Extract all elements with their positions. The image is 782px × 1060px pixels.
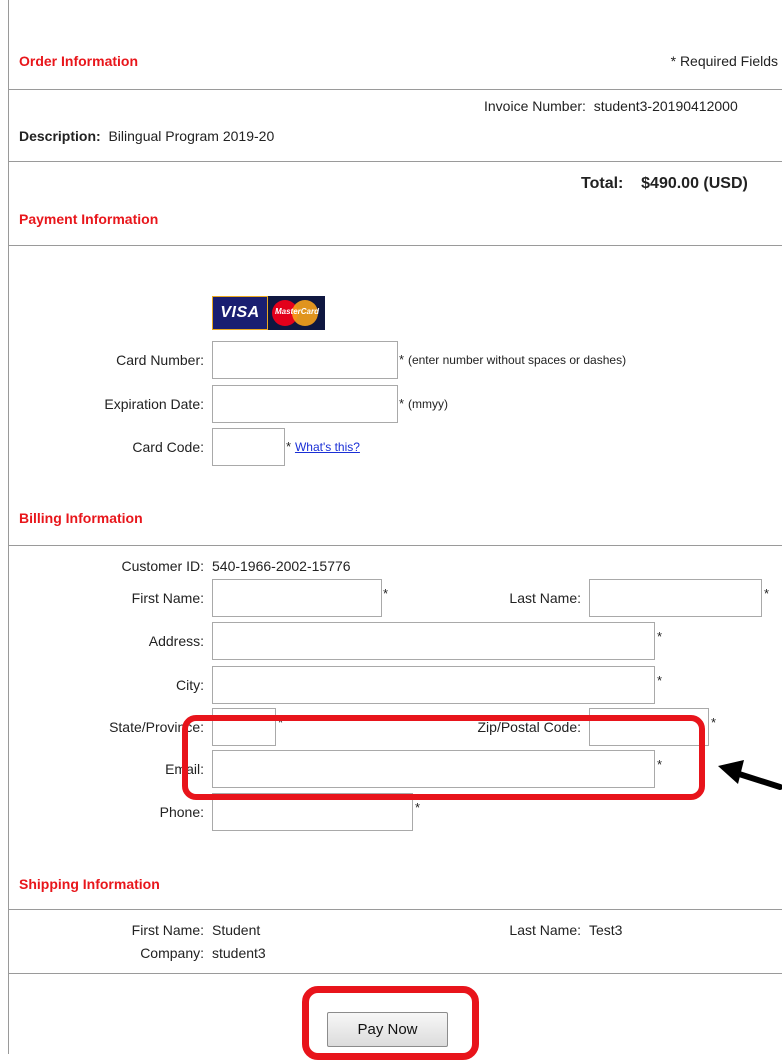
order-section-title: Order Information (19, 53, 139, 69)
whats-this-link[interactable]: What's this? (295, 440, 360, 454)
card-number-hint: (enter number without spaces or dashes) (407, 353, 627, 367)
order-total: Total: $490.00 (USD) (581, 175, 748, 193)
required-marker: * (286, 439, 292, 454)
billing-first-name-label: First Name: (131, 590, 204, 606)
description: Description: Bilingual Program 2019-20 (19, 128, 274, 144)
billing-last-name-label: Last Name: (509, 590, 581, 606)
divider (9, 89, 782, 90)
city-label: City: (176, 677, 204, 693)
description-value: Bilingual Program 2019-20 (108, 128, 275, 144)
shipping-last-name-value: Test3 (589, 922, 623, 938)
description-label: Description: (19, 128, 101, 144)
phone-label: Phone: (159, 804, 204, 820)
required-marker: * (399, 396, 405, 411)
required-marker: * (399, 352, 405, 367)
shipping-company-value: student3 (212, 945, 266, 961)
customer-id-label: Customer ID: (121, 558, 204, 574)
card-code-required: * What's this? (286, 438, 360, 454)
expiration-date-input[interactable] (212, 385, 398, 423)
required-marker: * (383, 586, 389, 601)
customer-id-value: 540-1966-2002-15776 (212, 558, 351, 574)
arrow-icon (718, 760, 782, 790)
shipping-first-name-value: Student (212, 922, 261, 938)
total-label: Total: (581, 175, 624, 192)
invoice-number: Invoice Number: student3-20190412000 (484, 98, 738, 114)
expiration-required: * (mmyy) (399, 395, 448, 411)
mastercard-logo: MasterCard (268, 296, 325, 330)
card-number-label: Card Number: (116, 352, 204, 368)
divider (9, 545, 782, 546)
page-left-border (8, 0, 9, 1054)
required-marker: * (657, 673, 663, 688)
divider (9, 245, 782, 246)
required-fields-note: * Required Fields (670, 53, 778, 69)
payment-section-title: Payment Information (19, 211, 159, 227)
shipping-first-name-label: First Name: (131, 922, 204, 938)
address-input[interactable] (212, 622, 655, 660)
visa-logo: VISA (212, 296, 268, 330)
shipping-section-title: Shipping Information (19, 876, 160, 892)
divider (9, 161, 782, 162)
pay-now-button[interactable]: Pay Now (327, 1012, 448, 1047)
invoice-label: Invoice Number: (484, 98, 586, 114)
divider (9, 909, 782, 910)
required-marker: * (415, 800, 421, 815)
total-value: $490.00 (USD) (641, 175, 748, 192)
card-number-input[interactable] (212, 341, 398, 379)
expiration-date-label: Expiration Date: (104, 396, 204, 412)
divider (9, 973, 782, 974)
card-code-label: Card Code: (132, 439, 204, 455)
email-highlight-callout (182, 715, 705, 800)
required-marker: * (657, 629, 663, 644)
required-marker: * (711, 715, 717, 730)
billing-last-name-input[interactable] (589, 579, 762, 617)
card-number-required: * (enter number without spaces or dashes… (399, 351, 626, 367)
expiration-hint: (mmyy) (407, 397, 448, 411)
shipping-company-label: Company: (140, 945, 204, 961)
required-marker: * (764, 586, 770, 601)
city-input[interactable] (212, 666, 655, 704)
state-province-label: State/Province: (109, 719, 204, 735)
invoice-value: student3-20190412000 (593, 98, 738, 114)
address-label: Address: (148, 633, 204, 649)
email-label: Email: (165, 761, 204, 777)
billing-section-title: Billing Information (19, 510, 143, 526)
mastercard-text: MasterCard (274, 307, 319, 316)
shipping-last-name-label: Last Name: (509, 922, 581, 938)
card-code-input[interactable] (212, 428, 285, 466)
billing-first-name-input[interactable] (212, 579, 382, 617)
